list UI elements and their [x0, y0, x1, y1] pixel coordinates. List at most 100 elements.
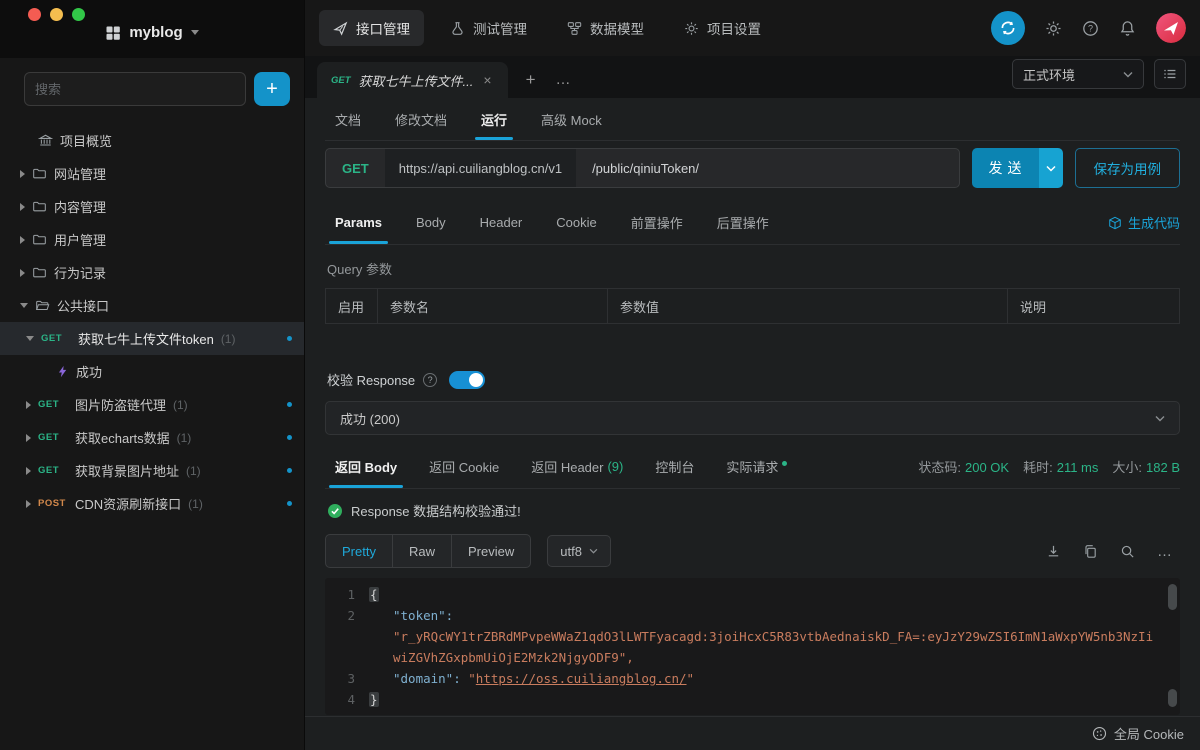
send-options-caret[interactable] — [1039, 148, 1063, 188]
response-case-select[interactable]: 成功 (200) — [325, 401, 1180, 435]
tab-docs[interactable]: 文档 — [335, 98, 361, 140]
view-pretty-button[interactable]: Pretty — [326, 535, 393, 567]
sidebar-folder-behavior[interactable]: 行为记录 — [0, 256, 304, 289]
url-input-group: GET https://api.cuiliangblog.cn/v1 /publ… — [325, 148, 960, 188]
validate-response-row: 校验 Response ? — [325, 370, 1180, 389]
tab-title: 获取七牛上传文件... — [359, 71, 474, 90]
tab-body[interactable]: Body — [416, 201, 446, 244]
project-switcher[interactable]: myblog — [0, 24, 304, 41]
editor-scrollbar-end[interactable] — [1168, 689, 1177, 707]
sidebar-folder-public-api[interactable]: 公共接口 — [0, 289, 304, 322]
case-count: (1) — [173, 398, 188, 412]
caret-right-icon — [26, 467, 31, 475]
generate-code-button[interactable]: 生成代码 — [1108, 213, 1180, 232]
validate-response-label: 校验 Response — [327, 370, 415, 389]
new-tab-button[interactable]: + — [526, 70, 536, 90]
more-icon[interactable]: … — [1157, 543, 1172, 560]
sidebar-api-qiniu-token[interactable]: GET 获取七牛上传文件token (1) — [0, 322, 304, 355]
window-zoom-button[interactable] — [72, 8, 85, 21]
tab-return-header[interactable]: 返回 Header(9) — [531, 445, 623, 488]
tab-pre-ops[interactable]: 前置操作 — [631, 201, 683, 244]
sidebar-api-background-image[interactable]: GET 获取背景图片地址 (1) — [0, 454, 304, 487]
sidebar-api-echarts-data[interactable]: GET 获取echarts数据 (1) — [0, 421, 304, 454]
sync-dot — [287, 468, 292, 473]
notifications-button[interactable] — [1119, 20, 1136, 37]
gear-icon — [684, 21, 699, 36]
request-path-input[interactable]: /public/qiniuToken/ — [576, 161, 958, 176]
search-input[interactable] — [24, 72, 246, 106]
flask-icon — [450, 21, 465, 36]
search-icon[interactable] — [1120, 544, 1135, 559]
tab-return-cookie[interactable]: 返回 Cookie — [429, 445, 499, 488]
close-icon[interactable]: × — [481, 72, 493, 88]
environment-select[interactable]: 正式环境 — [1012, 59, 1144, 89]
save-as-case-button[interactable]: 保存为用例 — [1075, 148, 1181, 188]
add-api-button[interactable]: + — [254, 72, 290, 106]
download-icon[interactable] — [1046, 544, 1061, 559]
nav-data-model[interactable]: 数据模型 — [553, 10, 658, 46]
settings-button[interactable] — [1045, 20, 1062, 37]
tab-cookie[interactable]: Cookie — [556, 201, 596, 244]
tab-params[interactable]: Params — [335, 201, 382, 244]
editor-scrollbar[interactable] — [1168, 584, 1177, 610]
domain-key: "domain": — [393, 671, 461, 686]
global-cookie-button[interactable]: 全局 Cookie — [1092, 724, 1184, 743]
base-url[interactable]: https://api.cuiliangblog.cn/v1 — [385, 149, 576, 187]
domain-link[interactable]: https://oss.cuiliangblog.cn/ — [476, 671, 687, 686]
sidebar-folder-site[interactable]: 网站管理 — [0, 157, 304, 190]
tab-console[interactable]: 控制台 — [655, 445, 694, 488]
column-param-value: 参数值 — [608, 289, 1008, 323]
sidebar-folder-content[interactable]: 内容管理 — [0, 190, 304, 223]
column-param-name: 参数名 — [378, 289, 608, 323]
tab-more-button[interactable]: … — [556, 71, 572, 88]
sidebar-api-cdn-refresh[interactable]: POST CDN资源刷新接口 (1) — [0, 487, 304, 520]
nav-test-management[interactable]: 测试管理 — [436, 10, 541, 46]
environment-manage-button[interactable] — [1154, 59, 1186, 89]
top-navigation: 接口管理 测试管理 数据模型 项目设置 — [305, 0, 1200, 56]
validation-text: Response 数据结构校验通过! — [351, 501, 521, 520]
close-brace: } — [369, 692, 379, 707]
send-button[interactable]: 发送 — [972, 148, 1063, 188]
tab-edit-docs[interactable]: 修改文档 — [395, 98, 447, 140]
project-grid-icon — [105, 25, 121, 41]
sidebar-item-project-overview[interactable]: 项目概览 — [0, 124, 304, 157]
tab-run[interactable]: 运行 — [481, 98, 507, 140]
view-raw-button[interactable]: Raw — [393, 535, 452, 567]
sidebar-folder-users[interactable]: 用户管理 — [0, 223, 304, 256]
nav-api-management[interactable]: 接口管理 — [319, 10, 424, 46]
request-method[interactable]: GET — [326, 161, 385, 176]
window-close-button[interactable] — [28, 8, 41, 21]
encoding-select[interactable]: utf8 — [547, 535, 611, 567]
status-bar: 全局 Cookie — [305, 716, 1200, 750]
case-count: (1) — [177, 431, 192, 445]
nav-label: 数据模型 — [590, 18, 644, 38]
folder-icon — [32, 166, 47, 181]
tab-advanced-mock[interactable]: 高级 Mock — [541, 98, 602, 140]
tab-strip: GET 获取七牛上传文件... × + … 正式环境 — [305, 56, 1200, 98]
help-icon[interactable]: ? — [423, 373, 437, 387]
tab-return-body[interactable]: 返回 Body — [335, 445, 397, 488]
sidebar: myblog + 项目概览 网站管理 — [0, 0, 305, 750]
sync-button[interactable] — [991, 11, 1025, 45]
view-preview-button[interactable]: Preview — [452, 535, 530, 567]
tab-header[interactable]: Header — [480, 201, 523, 244]
case-count: (1) — [186, 464, 201, 478]
open-tab[interactable]: GET 获取七牛上传文件... × — [317, 62, 508, 98]
window-minimize-button[interactable] — [50, 8, 63, 21]
help-button[interactable]: ? — [1082, 20, 1099, 37]
folder-icon — [32, 199, 47, 214]
chevron-down-icon — [1123, 71, 1133, 78]
project-name: myblog — [129, 24, 182, 41]
sidebar-api-image-proxy[interactable]: GET 图片防盗链代理 (1) — [0, 388, 304, 421]
copy-icon[interactable] — [1083, 544, 1098, 559]
sync-dot — [287, 336, 292, 341]
response-actions: … — [1046, 543, 1180, 560]
sidebar-case-success[interactable]: 成功 — [0, 355, 304, 388]
caret-right-icon — [26, 434, 31, 442]
tab-actual-request[interactable]: 实际请求 — [726, 445, 787, 488]
nav-project-settings[interactable]: 项目设置 — [670, 10, 775, 46]
tab-post-ops[interactable]: 后置操作 — [717, 201, 769, 244]
user-avatar[interactable] — [1156, 13, 1186, 43]
table-empty-row — [325, 324, 1180, 350]
validate-response-toggle[interactable] — [449, 371, 485, 389]
